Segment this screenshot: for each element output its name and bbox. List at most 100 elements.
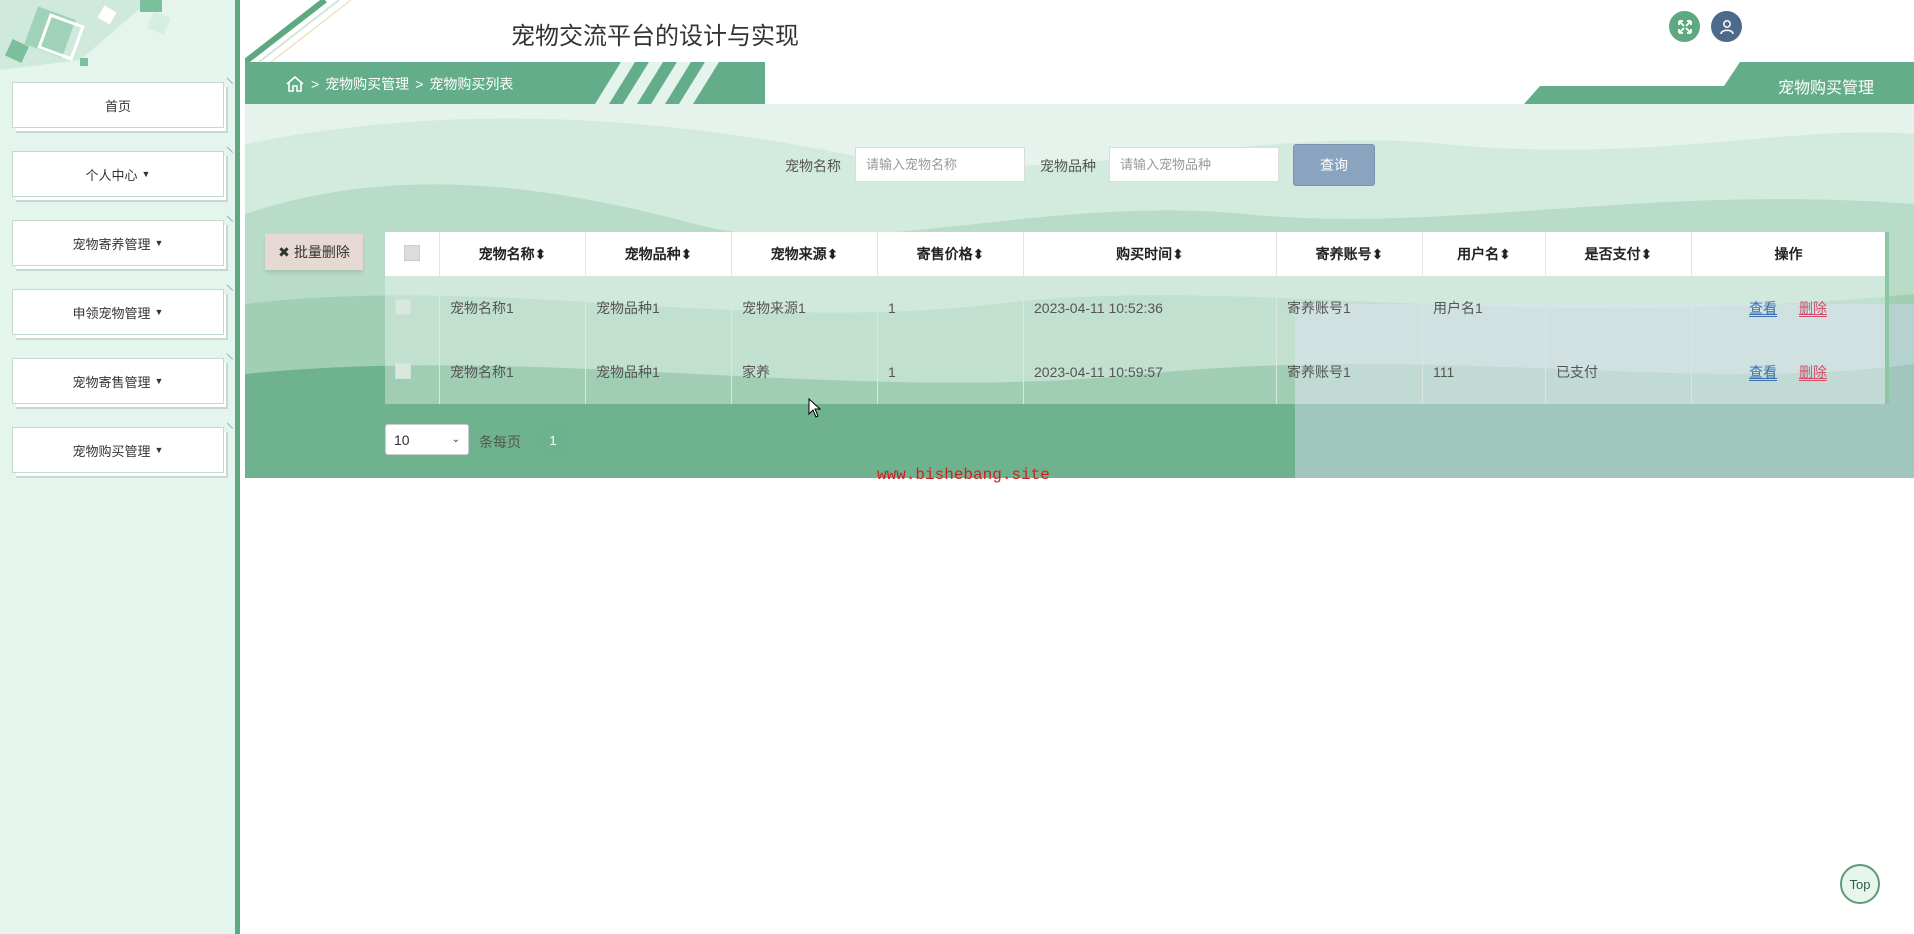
cell-purchase-time: 2023-04-11 10:59:57: [1023, 340, 1277, 404]
data-table: 宠物名称⬍ 宠物品种⬍ 宠物来源⬍ 寄售价格⬍ 购买时间⬍ 寄养账号⬍ 用户名⬍…: [385, 232, 1889, 404]
pet-breed-label: 宠物品种: [1040, 158, 1096, 174]
page-number-button[interactable]: 1: [537, 426, 569, 454]
column-header-pet-name[interactable]: 宠物名称⬍: [439, 232, 586, 276]
caret-down-icon: ▼: [154, 307, 164, 317]
cell-pet-name: 宠物名称1: [439, 276, 586, 340]
sidebar-decoration: [0, 0, 171, 70]
view-link[interactable]: 查看: [1749, 364, 1777, 380]
expand-icon: [1677, 19, 1692, 34]
page-tag-label: 宠物购买管理: [1777, 80, 1874, 97]
sidebar-item-label: 个人中心: [85, 167, 138, 183]
home-icon[interactable]: [285, 75, 305, 93]
column-header-actions: 操作: [1691, 232, 1885, 276]
sidebar-item-foster-management[interactable]: 宠物寄养管理 ▼: [12, 220, 224, 266]
select-all-checkbox[interactable]: [404, 244, 420, 261]
caret-down-icon: ▼: [154, 445, 164, 455]
sort-icon: ⬍: [1172, 246, 1184, 262]
pet-name-input[interactable]: [855, 147, 1025, 182]
table-row: 宠物名称1 宠物品种1 宠物来源1 1 2023-04-11 10:52:36 …: [385, 276, 1885, 340]
cell-pet-breed: 宠物品种1: [585, 276, 732, 340]
caret-down-icon: ▼: [141, 169, 151, 179]
page-title: 宠物交流平台的设计与实现: [511, 23, 799, 50]
cell-paid: [1545, 276, 1692, 340]
table-header-row: 宠物名称⬍ 宠物品种⬍ 宠物来源⬍ 寄售价格⬍ 购买时间⬍ 寄养账号⬍ 用户名⬍…: [385, 232, 1885, 276]
cell-price: 1: [877, 340, 1024, 404]
header-decoration: [245, 0, 352, 62]
sidebar-item-label: 宠物购买管理: [72, 443, 151, 459]
column-header-pet-source[interactable]: 宠物来源⬍: [731, 232, 878, 276]
cell-actions: 查看 删除: [1691, 340, 1885, 404]
breadcrumb: > 宠物购买管理 > 宠物购买列表: [285, 74, 513, 94]
view-link[interactable]: 查看: [1749, 300, 1777, 316]
back-to-top-button[interactable]: Top: [1840, 864, 1880, 904]
pet-breed-input[interactable]: [1109, 147, 1279, 182]
cell-price: 1: [877, 276, 1024, 340]
row-checkbox[interactable]: [395, 298, 411, 315]
query-button[interactable]: 查询: [1293, 144, 1375, 186]
sidebar-item-label: 宠物寄养管理: [72, 236, 151, 252]
select-all-header: [385, 232, 440, 276]
column-header-price[interactable]: 寄售价格⬍: [877, 232, 1024, 276]
sidebar-item-home[interactable]: 首页: [12, 82, 224, 128]
cell-pet-name: 宠物名称1: [439, 340, 586, 404]
breadcrumb-bar: > 宠物购买管理 > 宠物购买列表 宠物购买管理: [245, 62, 1914, 104]
sort-icon: ⬍: [1371, 246, 1384, 262]
sort-icon: ⬍: [972, 246, 985, 262]
watermark: www.bishebang.site: [877, 466, 1050, 484]
row-checkbox[interactable]: [395, 362, 411, 379]
chevron-down-icon: ⌄: [451, 434, 460, 445]
cell-foster-account: 寄养账号1: [1276, 340, 1423, 404]
cell-username: 111: [1422, 340, 1546, 404]
cell-actions: 查看 删除: [1691, 276, 1885, 340]
delete-link[interactable]: 删除: [1799, 364, 1827, 380]
column-header-username[interactable]: 用户名⬍: [1422, 232, 1546, 276]
column-header-paid[interactable]: 是否支付⬍: [1545, 232, 1692, 276]
batch-delete-button[interactable]: ✖ 批量删除: [265, 234, 363, 270]
caret-down-icon: ▼: [154, 376, 164, 386]
per-page-label: 条每页: [479, 434, 521, 450]
row-select-cell: [385, 276, 440, 340]
sidebar-item-adoption-management[interactable]: 申领宠物管理 ▼: [12, 289, 224, 335]
sidebar-item-label: 申领宠物管理: [72, 305, 151, 321]
sidebar-item-label: 宠物寄售管理: [72, 374, 151, 390]
main-content: 宠物名称 宠物品种 查询 ✖ 批量删除 宠物名称⬍ 宠物品种⬍ 宠物来源⬍ 寄售…: [245, 104, 1914, 478]
cell-paid: 已支付: [1545, 340, 1692, 404]
sidebar-item-consignment-management[interactable]: 宠物寄售管理 ▼: [12, 358, 224, 404]
breadcrumb-item-purchase-list: 宠物购买列表: [429, 76, 514, 92]
user-button[interactable]: [1711, 11, 1742, 42]
cell-pet-source: 宠物来源1: [731, 276, 878, 340]
column-header-purchase-time[interactable]: 购买时间⬍: [1023, 232, 1277, 276]
page-tag: 宠物购买管理: [1524, 62, 1914, 104]
pet-name-label: 宠物名称: [785, 158, 841, 174]
close-icon: ✖: [278, 243, 290, 260]
breadcrumb-item-purchase-management[interactable]: 宠物购买管理: [325, 74, 409, 94]
sort-icon: ⬍: [1640, 246, 1653, 262]
sort-icon: ⬍: [534, 246, 547, 262]
cell-pet-source: 家养: [731, 340, 878, 404]
sidebar: 首页 个人中心 ▼ 宠物寄养管理 ▼ 申领宠物管理 ▼ 宠物寄售管理 ▼ 宠物购…: [0, 0, 240, 934]
search-bar: 宠物名称 宠物品种 查询: [245, 104, 1914, 186]
top-header: 宠物交流平台的设计与实现: [245, 0, 1914, 62]
sidebar-item-label: 首页: [104, 98, 131, 114]
page-size-value: 10: [394, 431, 410, 448]
batch-delete-label: 批量删除: [293, 244, 350, 260]
fullscreen-button[interactable]: [1669, 11, 1700, 42]
column-header-foster-account[interactable]: 寄养账号⬍: [1276, 232, 1423, 276]
row-select-cell: [385, 340, 440, 404]
sidebar-item-purchase-management[interactable]: 宠物购买管理 ▼: [12, 427, 224, 473]
cell-purchase-time: 2023-04-11 10:52:36: [1023, 276, 1277, 340]
breadcrumb-separator: >: [311, 76, 320, 92]
sidebar-item-personal-center[interactable]: 个人中心 ▼: [12, 151, 224, 197]
user-icon: [1719, 19, 1734, 34]
mouse-cursor-icon: [808, 398, 822, 418]
sort-icon: ⬍: [826, 246, 839, 262]
breadcrumb-stripes: [595, 62, 765, 104]
column-header-pet-breed[interactable]: 宠物品种⬍: [585, 232, 732, 276]
cell-pet-breed: 宠物品种1: [585, 340, 732, 404]
sort-icon: ⬍: [1499, 246, 1511, 262]
delete-link[interactable]: 删除: [1799, 300, 1827, 316]
page-size-select[interactable]: 10 ⌄: [385, 424, 469, 455]
cell-foster-account: 寄养账号1: [1276, 276, 1423, 340]
sort-icon: ⬍: [680, 246, 693, 262]
cell-username: 用户名1: [1422, 276, 1546, 340]
